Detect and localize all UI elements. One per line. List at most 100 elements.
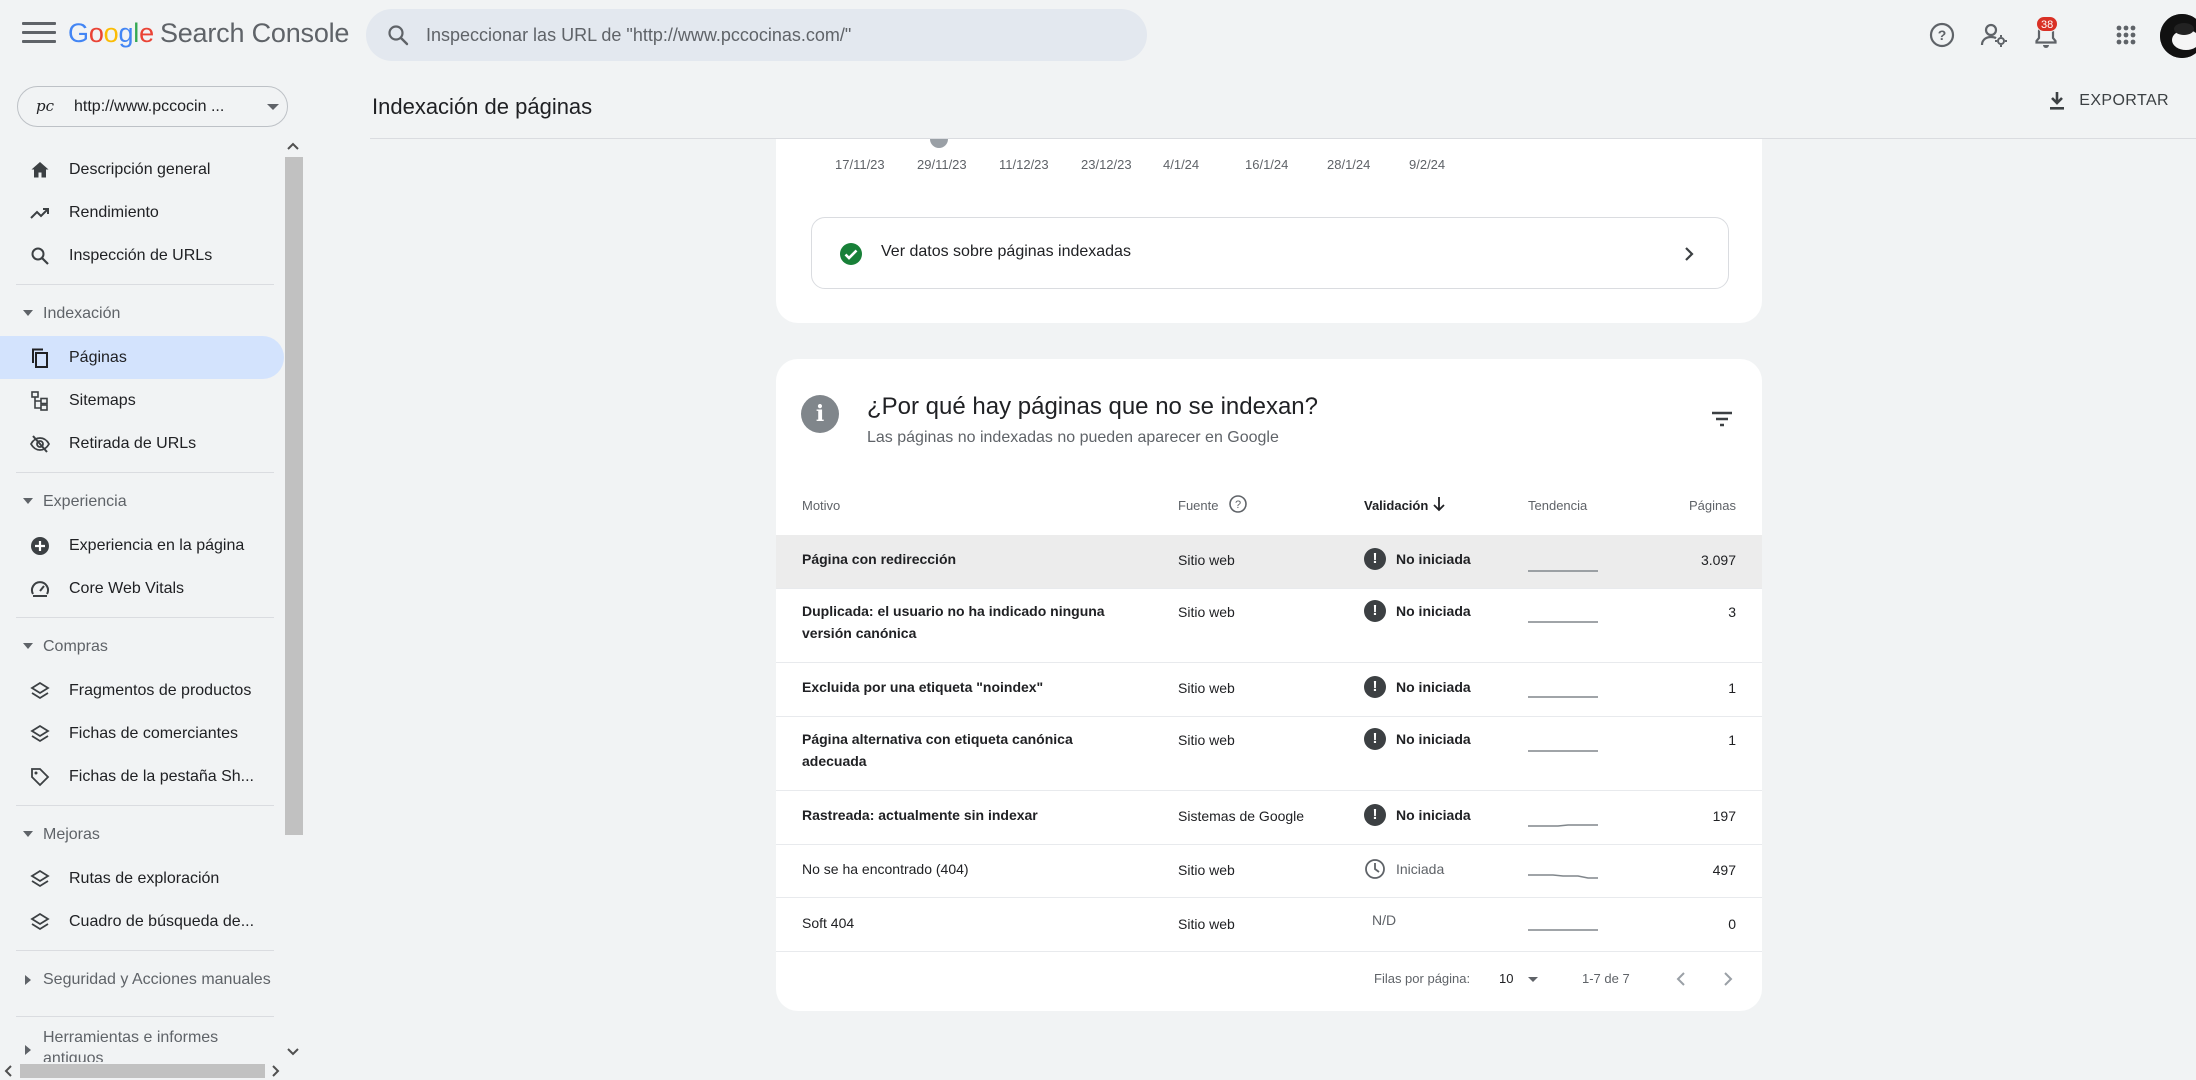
sidebar-item-label: Descripción general: [69, 160, 211, 178]
plus-circle-icon: [31, 537, 49, 555]
svg-text:?: ?: [1235, 499, 1241, 511]
validation-status: No iniciada: [1396, 603, 1471, 619]
chart-x-tick-label: 29/11/23: [917, 157, 967, 172]
section-security-manual-actions[interactable]: Seguridad y Acciones manuales: [0, 965, 284, 995]
layers-icon: [30, 724, 50, 743]
apps-grid-icon[interactable]: [2110, 19, 2142, 51]
sidebar-horizontal-scrollbar-thumb[interactable]: [20, 1064, 265, 1078]
source-cell: Sitio web: [1178, 680, 1235, 696]
table-row[interactable]: Duplicada: el usuario no ha indicado nin…: [776, 589, 1762, 663]
table-row[interactable]: Excluida por una etiqueta "noindex" Sitio…: [776, 663, 1762, 717]
scroll-down-arrow-icon[interactable]: [286, 1046, 300, 1058]
section-label: Compras: [43, 638, 108, 655]
sidebar-item-removals[interactable]: Retirada de URLs: [0, 422, 284, 465]
validation-cell: ! No iniciada: [1364, 804, 1471, 826]
account-avatar[interactable]: [2160, 14, 2196, 58]
sidebar-item-url-inspection[interactable]: Inspección de URLs: [0, 234, 284, 277]
top-app-bar: GoogleSearch Console ? 38: [0, 0, 2196, 70]
sidebar-item-breadcrumbs[interactable]: Rutas de exploración: [0, 857, 284, 900]
search-icon: [388, 25, 409, 46]
chart-x-tick-label: 17/11/23: [835, 157, 885, 172]
sidebar-item-product-snippets[interactable]: Fragmentos de productos: [0, 669, 284, 712]
sidebar-item-label: Páginas: [69, 348, 127, 366]
section-experience[interactable]: Experiencia: [0, 487, 284, 517]
help-icon[interactable]: ?: [1926, 19, 1958, 51]
sidebar-item-page-experience[interactable]: Experiencia en la página: [0, 524, 284, 567]
indexing-chart-card: 17/11/23 29/11/23 11/12/23 23/12/23 4/1/24 16…: [776, 120, 1762, 323]
scroll-left-arrow-icon[interactable]: [2, 1064, 16, 1078]
validation-cell: ! No iniciada: [1364, 548, 1471, 570]
column-header-fuente[interactable]: Fuente: [1178, 498, 1218, 513]
validation-status: No iniciada: [1396, 807, 1471, 823]
export-label: EXPORTAR: [2079, 92, 2169, 109]
reason-cell: Página alternativa con etiqueta canónica…: [802, 731, 1073, 769]
google-wordmark-letter: o: [103, 18, 119, 48]
search-console-logo[interactable]: Google Search Console: [68, 18, 349, 49]
caret-down-icon: [23, 310, 33, 316]
section-shopping[interactable]: Compras: [0, 632, 284, 662]
previous-page-icon[interactable]: [1674, 970, 1688, 988]
sidebar-item-performance[interactable]: Rendimiento: [0, 191, 284, 234]
scroll-right-arrow-icon[interactable]: [268, 1064, 282, 1078]
sidebar-item-shopping-tab-listings[interactable]: Fichas de la pestaña Sh...: [0, 755, 284, 798]
reason-cell: No se ha encontrado (404): [802, 861, 969, 877]
source-cell: Sitio web: [1178, 916, 1235, 932]
arrow-down-sort-icon[interactable]: [1432, 496, 1446, 512]
divider: [16, 617, 274, 618]
check-circle-icon: [840, 243, 862, 265]
sitemap-icon: [31, 391, 48, 411]
divider: [16, 805, 274, 806]
page-title: Indexación de páginas: [372, 94, 593, 119]
filter-icon[interactable]: [1710, 409, 1734, 429]
info-icon: i: [801, 395, 839, 433]
pages-count-cell: 3.097: [1700, 552, 1736, 568]
export-button[interactable]: EXPORTAR: [2047, 90, 2169, 112]
sidebar-item-label: Fragmentos de productos: [69, 681, 252, 699]
chart-x-tick-label: 23/12/23: [1081, 157, 1132, 172]
sidebar-item-sitelinks-searchbox[interactable]: Cuadro de búsqueda de...: [0, 900, 284, 943]
table-row[interactable]: Rastreada: actualmente sin indexar Sistem…: [776, 791, 1762, 845]
notification-count-badge: 38: [2036, 16, 2059, 32]
search-input[interactable]: [426, 9, 1126, 61]
sidebar-item-label: Fichas de la pestaña Sh...: [69, 767, 254, 785]
help-outline-icon[interactable]: ?: [1228, 494, 1248, 514]
trend-sparkline: [1528, 929, 1598, 931]
validation-status: No iniciada: [1396, 679, 1471, 695]
sidebar-item-core-web-vitals[interactable]: Core Web Vitals: [0, 567, 284, 610]
property-selector[interactable]: pc http://www.pccocin ...: [17, 86, 288, 127]
sidebar-item-label: Experiencia en la página: [69, 536, 245, 554]
sidebar-scrollbar-thumb[interactable]: [285, 157, 303, 835]
column-header-motivo[interactable]: Motivo: [802, 498, 840, 513]
error-icon: !: [1364, 804, 1386, 826]
table-row[interactable]: Página con redirección Sitio web! No inici…: [776, 535, 1762, 589]
column-header-paginas[interactable]: Páginas: [1689, 498, 1736, 513]
section-indexing[interactable]: Indexación: [0, 299, 284, 329]
view-indexed-pages-link[interactable]: Ver datos sobre páginas indexadas: [811, 217, 1729, 289]
trend-sparkline: [1528, 824, 1598, 827]
pages-count-cell: 497: [1712, 862, 1736, 878]
home-icon: [31, 162, 49, 178]
table-row[interactable]: No se ha encontrado (404) Sitio web Inicia…: [776, 845, 1762, 898]
sidebar-item-sitemaps[interactable]: Sitemaps: [0, 379, 284, 422]
section-label: Experiencia: [43, 493, 127, 510]
table-row[interactable]: Página alternativa con etiqueta canónica…: [776, 717, 1762, 791]
sidebar-item-merchant-listings[interactable]: Fichas de comerciantes: [0, 712, 284, 755]
property-favicon: pc: [36, 97, 55, 115]
next-page-icon[interactable]: [1721, 970, 1735, 988]
manage-users-icon[interactable]: [1978, 19, 2010, 51]
column-header-validacion[interactable]: Validación: [1364, 498, 1428, 513]
sidebar-item-overview[interactable]: Descripción general: [0, 148, 284, 191]
layers-icon: [30, 681, 50, 700]
rows-per-page-value: 10: [1499, 971, 1514, 986]
column-header-tendencia[interactable]: Tendencia: [1528, 498, 1587, 513]
url-inspection-search[interactable]: [366, 9, 1147, 61]
menu-icon[interactable]: [22, 22, 56, 48]
section-enhancements[interactable]: Mejoras: [0, 820, 284, 850]
rows-per-page-select[interactable]: 10: [1499, 971, 1539, 986]
divider: [16, 472, 274, 473]
table-row[interactable]: Soft 404 Sitio web N/D 0: [776, 898, 1762, 952]
sidebar-item-pages[interactable]: Páginas: [0, 336, 284, 379]
pages-count-cell: 3: [1728, 604, 1736, 620]
scroll-up-arrow-icon[interactable]: [286, 140, 300, 152]
source-cell: Sistemas de Google: [1178, 808, 1305, 824]
